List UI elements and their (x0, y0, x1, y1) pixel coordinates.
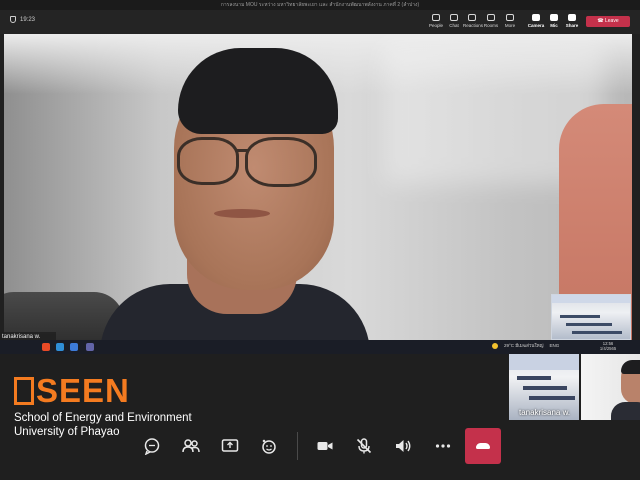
more-icon (435, 444, 451, 448)
speaker-icon (396, 440, 411, 452)
shared-screen: การลงนาม MOU ระหว่าง มหาวิทยาลัยพะเยา แล… (0, 0, 640, 354)
leave-button[interactable]: ☎ Leave (586, 16, 630, 27)
taskbar-clock[interactable]: 12:56 1/4/2565 (598, 341, 618, 351)
toolbar-reactions-button[interactable]: Reactions (463, 14, 483, 28)
system-tray: 29°C มีเมฆส่วนใหญ่ ENG (492, 342, 559, 349)
mic-off-icon (356, 438, 372, 454)
people-button[interactable] (173, 428, 209, 464)
weather-icon (492, 342, 498, 349)
participant-tile[interactable] (581, 354, 640, 420)
speaker-mouth (214, 209, 270, 218)
more-button[interactable] (425, 428, 461, 464)
camera-icon (532, 14, 540, 21)
timer-text: 19:23 (20, 16, 36, 23)
camera-icon (317, 442, 333, 450)
control-divider (297, 432, 298, 460)
glasses-bridge (236, 149, 248, 152)
end-call-icon (476, 443, 490, 449)
share-icon (568, 14, 576, 21)
edge-icon[interactable] (56, 343, 64, 351)
reactions-icon (468, 14, 476, 21)
share-screen-icon (221, 439, 239, 452)
meeting-toolbar: 19:23 People Chat Reactions Rooms More C… (0, 10, 640, 34)
reactions-button[interactable] (251, 428, 287, 464)
window-title: การลงนาม MOU ระหว่าง มหาวิทยาลัยพะเยา แล… (0, 0, 640, 10)
toolbar-more-button[interactable]: More (501, 14, 519, 28)
shield-icon (10, 16, 16, 23)
logo-university-name: University of Phayao (14, 426, 120, 438)
speaker-hair (178, 48, 338, 134)
chrome-icon[interactable] (42, 343, 50, 351)
self-view-thumbnail[interactable] (551, 294, 631, 340)
share-screen-button[interactable] (212, 428, 248, 464)
toolbar-mic-button[interactable]: Mic (545, 14, 563, 28)
teams-icon[interactable] (86, 343, 94, 351)
camera-button[interactable] (307, 428, 343, 464)
toolbar-camera-button[interactable]: Camera (527, 14, 545, 28)
participant-tile[interactable]: tanakrisana w. (509, 354, 579, 420)
chat-button[interactable] (134, 428, 170, 464)
speaker-button[interactable] (385, 428, 421, 464)
toolbar-people-button[interactable]: People (427, 14, 445, 28)
toolbar-share-button[interactable]: Share (563, 14, 581, 28)
windows-taskbar: 29°C มีเมฆส่วนใหญ่ ENG 12:56 1/4/2565 (0, 340, 640, 354)
toolbar-chat-button[interactable]: Chat (445, 14, 463, 28)
chat-icon (144, 438, 160, 455)
weather-text: 29°C มีเมฆส่วนใหญ่ (504, 343, 544, 348)
meeting-timer: 19:23 (10, 16, 35, 23)
logo-school-name: School of Energy and Environment (14, 412, 192, 424)
rooms-icon (487, 14, 495, 21)
language-indicator[interactable]: ENG (549, 343, 559, 348)
end-call-button[interactable] (465, 428, 501, 464)
participant-name: tanakrisana w. (519, 408, 571, 417)
glasses-right-lens (245, 137, 317, 187)
glasses-left-lens (177, 137, 239, 185)
logo-mark (14, 377, 34, 405)
taskview-icon[interactable] (70, 343, 78, 351)
mic-button[interactable] (346, 428, 382, 464)
people-icon (182, 439, 200, 453)
people-icon (432, 14, 440, 21)
more-icon (506, 14, 514, 21)
chat-icon (450, 14, 458, 21)
mic-icon (550, 14, 558, 21)
toolbar-rooms-button[interactable]: Rooms (482, 14, 500, 28)
reactions-icon (262, 439, 276, 454)
logo-text: SEEN (36, 372, 130, 409)
main-video-feed (4, 34, 632, 340)
